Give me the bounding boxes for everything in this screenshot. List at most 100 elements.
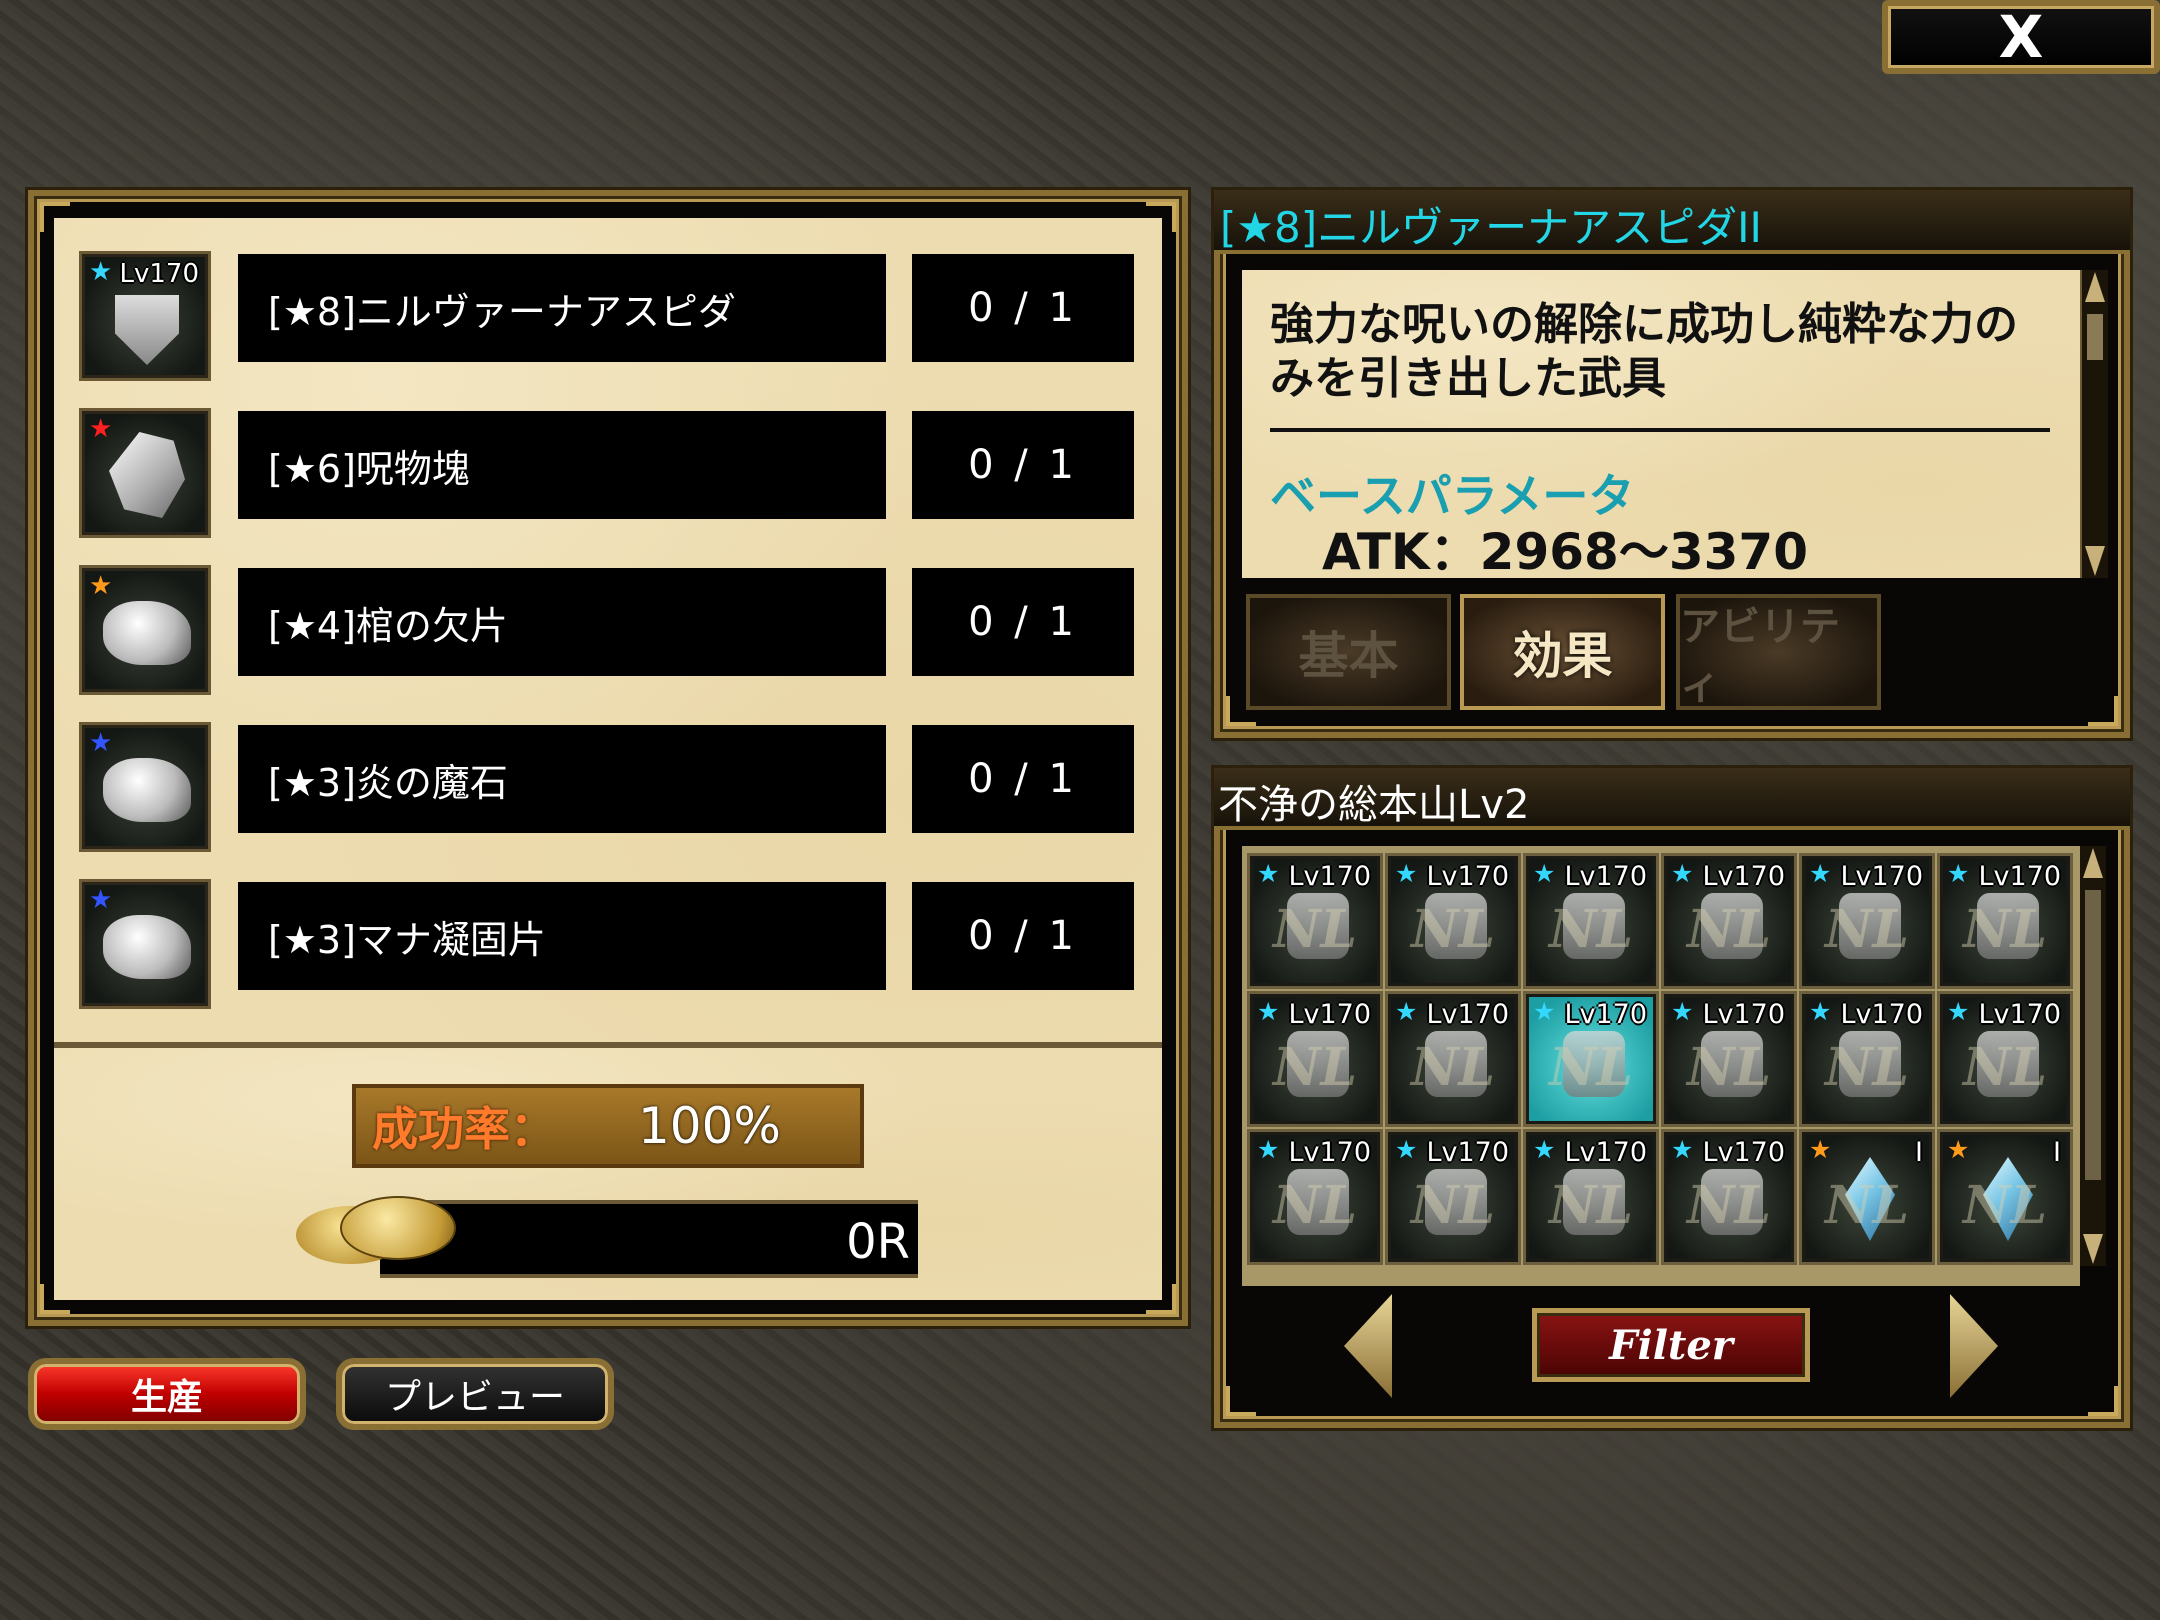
success-rate-box: 成功率： 100% [352, 1084, 864, 1168]
inventory-title-bar: 不浄の総本山Lv2 [1214, 768, 2130, 830]
inventory-item[interactable]: ★ NL Lv170 [1802, 994, 1932, 1124]
level-tag: Lv170 [1840, 999, 1923, 1030]
material-count: 0 / 1 [912, 882, 1134, 990]
inventory-item[interactable]: ★ NL Lv170 [1388, 1132, 1518, 1262]
material-name: [★4]棺の欠片 [238, 568, 886, 676]
item-watermark: NL [1272, 1037, 1358, 1098]
inventory-item[interactable]: ★ NL Lv170 [1664, 856, 1794, 986]
material-name: [★3]マナ凝固片 [238, 882, 886, 990]
level-tag: Lv170 [1840, 861, 1923, 892]
item-watermark: NL [1962, 899, 2048, 960]
level-tag: Lv170 [1564, 861, 1647, 892]
level-tag: Lv170 [1564, 999, 1647, 1030]
inventory-item[interactable]: ★ NL I [1940, 1132, 2070, 1262]
item-watermark: NL [1824, 1175, 1910, 1236]
inventory-item[interactable]: ★ NL Lv170 [1250, 856, 1380, 986]
item-watermark: NL [1686, 899, 1772, 960]
level-tag: I [1915, 1137, 1923, 1168]
scroll-thumb[interactable] [2087, 314, 2103, 360]
rarity-star-icon: ★ [1533, 859, 1556, 888]
tab-effect[interactable]: 効果 [1460, 594, 1665, 710]
material-thumb[interactable]: ★ Lv170 [82, 254, 208, 378]
scroll-down-icon[interactable] [2085, 546, 2105, 576]
item-watermark: NL [1686, 1175, 1772, 1236]
rarity-star-icon: ★ [1395, 859, 1418, 888]
description-scrollbar[interactable] [2080, 270, 2108, 578]
filter-label: Filter [1609, 1321, 1733, 1369]
item-watermark: NL [1272, 1175, 1358, 1236]
inventory-item[interactable]: ★ NL I [1802, 1132, 1932, 1262]
level-tag: Lv170 [1426, 861, 1509, 892]
rarity-star-icon: ★ [1671, 1135, 1694, 1164]
level-tag: Lv170 [1702, 999, 1785, 1030]
inventory-item[interactable]: ★ NL Lv170 [1388, 994, 1518, 1124]
inventory-item[interactable]: ★ NL Lv170 [1664, 994, 1794, 1124]
level-tag: Lv170 [1702, 1137, 1785, 1168]
produce-button[interactable]: 生産 [28, 1358, 306, 1430]
inventory-item[interactable]: ★ NL Lv170 [1388, 856, 1518, 986]
scroll-up-icon[interactable] [2085, 272, 2105, 302]
item-watermark: NL [1548, 899, 1634, 960]
scroll-up-icon[interactable] [2083, 848, 2103, 878]
tab-label: 基本 [1298, 627, 1399, 685]
inventory-item[interactable]: ★ NL Lv170 [1940, 856, 2070, 986]
close-button[interactable]: X [1882, 0, 2160, 74]
scroll-thumb[interactable] [2085, 890, 2101, 1180]
inventory-item[interactable]: ★ NL Lv170 [1526, 994, 1656, 1124]
item-watermark: NL [1548, 1037, 1634, 1098]
level-tag: Lv170 [1978, 861, 2061, 892]
produce-label: 生産 [130, 1377, 203, 1418]
rarity-star-icon: ★ [1809, 1135, 1832, 1164]
scroll-down-icon[interactable] [2083, 1234, 2103, 1264]
rarity-star-icon: ★ [1947, 859, 1970, 888]
preview-label: プレビュー [384, 1377, 565, 1418]
tab-label: アビリティ [1680, 604, 1840, 708]
item-description-box: 強力な呪いの解除に成功し純粋な力のみを引き出した武具 ベースパラメータ ATK：… [1242, 270, 2080, 581]
rarity-star-icon: ★ [1809, 859, 1832, 888]
coin-icon [296, 1196, 456, 1268]
item-watermark: NL [1410, 1175, 1496, 1236]
material-thumb[interactable]: ★ [82, 411, 208, 535]
material-name: [★3]炎の魔石 [238, 725, 886, 833]
item-watermark: NL [1824, 899, 1910, 960]
inventory-item[interactable]: ★ NL Lv170 [1664, 1132, 1794, 1262]
level-tag: Lv170 [1564, 1137, 1647, 1168]
item-watermark: NL [1824, 1037, 1910, 1098]
level-tag: Lv170 [1288, 999, 1371, 1030]
inventory-scrollbar[interactable] [2080, 846, 2106, 1266]
inventory-item[interactable]: ★ NL Lv170 [1250, 1132, 1380, 1262]
rarity-star-icon: ★ [1395, 1135, 1418, 1164]
tab-label: 効果 [1512, 627, 1613, 685]
rarity-star-icon: ★ [89, 414, 113, 444]
inventory-item[interactable]: ★ NL Lv170 [1526, 1132, 1656, 1262]
item-title-bar: [★8]ニルヴァーナアスピダII [1214, 190, 2130, 254]
rarity-star-icon: ★ [1947, 997, 1970, 1026]
rarity-star-icon: ★ [1947, 1135, 1970, 1164]
preview-button[interactable]: プレビュー [336, 1358, 614, 1430]
item-watermark: NL [1962, 1037, 2048, 1098]
item-watermark: NL [1686, 1037, 1772, 1098]
item-description: 強力な呪いの解除に成功し純粋な力のみを引き出した武具 [1270, 299, 2018, 404]
rarity-star-icon: ★ [1533, 1135, 1556, 1164]
cost-bar: 0R [380, 1200, 918, 1278]
material-count: 0 / 1 [912, 254, 1134, 362]
material-thumb[interactable]: ★ [82, 725, 208, 849]
inventory-item[interactable]: ★ NL Lv170 [1250, 994, 1380, 1124]
tab-basic[interactable]: 基本 [1246, 594, 1451, 710]
material-thumb[interactable]: ★ [82, 568, 208, 692]
material-thumb[interactable]: ★ [82, 882, 208, 1006]
material-name: [★6]呪物塊 [238, 411, 886, 519]
level-tag: Lv170 [1978, 999, 2061, 1030]
rarity-star-icon: ★ [1257, 1135, 1280, 1164]
material-name: [★8]ニルヴァーナアスピダ [238, 254, 886, 362]
rarity-star-icon: ★ [89, 257, 113, 287]
filter-button[interactable]: Filter [1532, 1308, 1810, 1382]
rarity-star-icon: ★ [1533, 997, 1556, 1026]
inventory-item[interactable]: ★ NL Lv170 [1940, 994, 2070, 1124]
level-tag: I [2053, 1137, 2061, 1168]
inventory-item[interactable]: ★ NL Lv170 [1802, 856, 1932, 986]
inventory-item[interactable]: ★ NL Lv170 [1526, 856, 1656, 986]
tab-ability[interactable]: アビリティ [1676, 594, 1881, 710]
item-watermark: NL [1410, 899, 1496, 960]
description-divider [1270, 428, 2050, 432]
